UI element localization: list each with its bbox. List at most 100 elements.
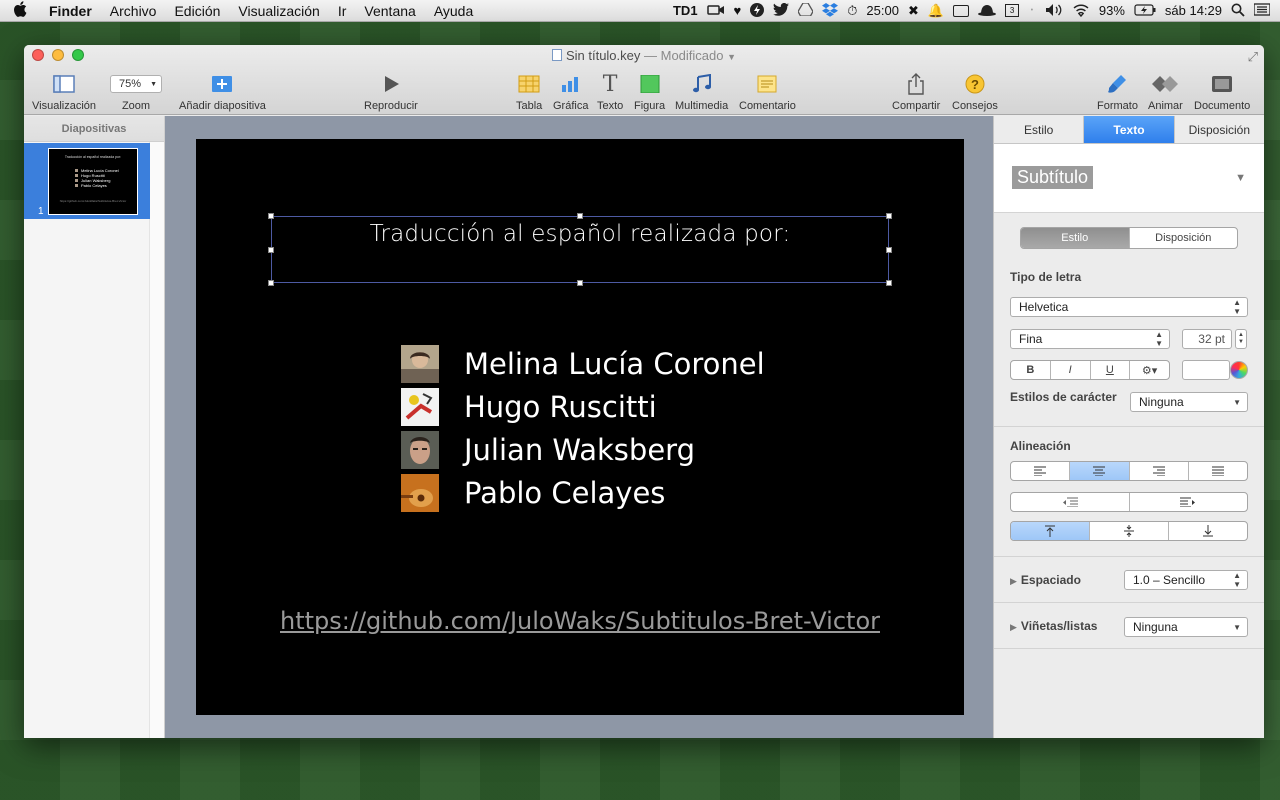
add-slide-button[interactable]: Añadir diapositiva bbox=[179, 71, 266, 112]
battery-percentage[interactable]: 93% bbox=[1099, 3, 1125, 18]
slide-title[interactable]: Traducción al español realizada por: bbox=[271, 221, 889, 247]
resize-handle[interactable] bbox=[577, 213, 583, 219]
resize-handle[interactable] bbox=[886, 247, 892, 253]
spacing-select[interactable]: 1.0 – Sencillo ▲ ▼ bbox=[1124, 570, 1248, 590]
fork-icon[interactable]: ✖ bbox=[908, 4, 919, 17]
video-camera-icon[interactable] bbox=[706, 4, 725, 18]
italic-button[interactable]: I bbox=[1051, 361, 1091, 379]
document-button[interactable]: Documento bbox=[1194, 71, 1250, 112]
dropbox-icon[interactable] bbox=[822, 2, 839, 19]
font-size-stepper[interactable]: ▲ ▼ bbox=[1235, 329, 1247, 349]
align-center-icon[interactable] bbox=[1070, 462, 1130, 480]
align-left-icon[interactable] bbox=[1011, 462, 1071, 480]
slide-url-link[interactable]: https://github.com/JuloWaks/Subtitulos-B… bbox=[196, 607, 964, 635]
menu-finder[interactable]: Finder bbox=[40, 3, 101, 19]
resize-handle[interactable] bbox=[268, 280, 274, 286]
bluetooth-icon[interactable]: ᛫ bbox=[1028, 4, 1036, 17]
zoom-select[interactable]: 75% ▼ bbox=[110, 75, 162, 93]
wifi-icon[interactable] bbox=[1072, 3, 1090, 19]
menu-ir[interactable]: Ir bbox=[329, 3, 356, 19]
menu-ayuda[interactable]: Ayuda bbox=[425, 3, 482, 19]
play-button[interactable]: Reproducir bbox=[364, 71, 418, 112]
media-button[interactable]: Multimedia bbox=[675, 71, 728, 112]
window-title[interactable]: Sin título.key — Modificado ▼ bbox=[24, 48, 1264, 63]
menu-visualizacion[interactable]: Visualización bbox=[229, 3, 328, 19]
timer-icon[interactable]: ⏱ bbox=[847, 4, 857, 17]
slide[interactable]: Traducción al español realizada por: Mel… bbox=[196, 139, 964, 715]
subtab-estilo[interactable]: Estilo bbox=[1021, 228, 1130, 248]
heart-icon[interactable]: ♥ bbox=[734, 4, 742, 17]
font-family-select[interactable]: Helvetica ▲ ▼ bbox=[1010, 297, 1248, 317]
menu-archivo[interactable]: Archivo bbox=[101, 3, 166, 19]
twitter-icon[interactable] bbox=[773, 2, 790, 18]
notification-center-icon[interactable] bbox=[1253, 3, 1271, 18]
menu-edicion[interactable]: Edición bbox=[165, 3, 229, 19]
slide-thumbnail-selected[interactable]: 1 Traducción al español realizada por: M… bbox=[24, 143, 150, 219]
apple-menu-icon[interactable] bbox=[0, 0, 40, 21]
shape-button[interactable]: Figura bbox=[634, 71, 665, 112]
resize-handle[interactable] bbox=[886, 280, 892, 286]
decrease-indent-icon[interactable] bbox=[1011, 493, 1130, 511]
align-justify-icon[interactable] bbox=[1189, 462, 1247, 480]
bullets-select[interactable]: Ninguna ▼ bbox=[1124, 617, 1248, 637]
table-button[interactable]: Tabla bbox=[516, 71, 542, 112]
spotlight-search-icon[interactable] bbox=[1231, 3, 1245, 19]
window-icon[interactable] bbox=[953, 4, 970, 17]
bowler-hat-icon[interactable] bbox=[978, 4, 997, 18]
volume-icon[interactable] bbox=[1045, 3, 1063, 19]
alignment-label: Alineación bbox=[1010, 439, 1071, 453]
tab-disposicion[interactable]: Disposición bbox=[1174, 116, 1264, 143]
animate-button[interactable]: Animar bbox=[1148, 71, 1183, 112]
font-family-value: Helvetica bbox=[1019, 300, 1069, 314]
tips-button[interactable]: ? Consejos bbox=[952, 71, 998, 112]
bolt-icon[interactable] bbox=[750, 2, 765, 19]
tab-texto[interactable]: Texto bbox=[1084, 116, 1175, 143]
font-weight-select[interactable]: Fina ▲ ▼ bbox=[1010, 329, 1170, 349]
align-right-icon[interactable] bbox=[1130, 462, 1189, 480]
fullscreen-icon[interactable]: ⤢ bbox=[1248, 49, 1258, 65]
resize-handle[interactable] bbox=[886, 213, 892, 219]
battery-charging-icon[interactable] bbox=[1134, 3, 1156, 18]
char-styles-select[interactable]: Ninguna ▼ bbox=[1130, 392, 1248, 412]
notification-bell-icon[interactable]: 🔔 bbox=[928, 4, 944, 17]
spacing-row[interactable]: ▶ Espaciado bbox=[1010, 573, 1081, 587]
slide-canvas[interactable]: Traducción al español realizada por: Mel… bbox=[165, 116, 993, 738]
share-button[interactable]: Compartir bbox=[892, 71, 940, 112]
credit-row[interactable]: Melina Lucía Coronel bbox=[401, 345, 765, 383]
google-drive-icon[interactable] bbox=[797, 2, 815, 18]
increase-indent-icon[interactable] bbox=[1130, 493, 1248, 511]
color-picker-icon[interactable] bbox=[1230, 361, 1248, 379]
credit-row[interactable]: Pablo Celayes bbox=[401, 474, 665, 512]
align-top-icon[interactable] bbox=[1011, 522, 1090, 540]
text-options-gear-icon[interactable]: ⚙▾ bbox=[1130, 361, 1169, 379]
td-status-item[interactable]: TD1 bbox=[673, 3, 698, 18]
timer-text[interactable]: 25:00 bbox=[866, 3, 899, 18]
view-button[interactable]: Visualización bbox=[32, 71, 96, 112]
tab-estilo[interactable]: Estilo bbox=[994, 116, 1085, 143]
align-bottom-icon[interactable] bbox=[1169, 522, 1247, 540]
credit-row[interactable]: Hugo Ruscitti bbox=[401, 388, 657, 426]
slide-thumbnail[interactable]: Traducción al español realizada por: Mel… bbox=[48, 148, 138, 215]
bold-button[interactable]: B bbox=[1011, 361, 1051, 379]
navigator-scrollbar[interactable] bbox=[149, 142, 164, 738]
subtab-disposicion[interactable]: Disposición bbox=[1130, 228, 1238, 248]
resize-handle[interactable] bbox=[268, 247, 274, 253]
format-button[interactable]: Formato bbox=[1097, 71, 1138, 112]
bullets-row[interactable]: ▶ Viñetas/listas bbox=[1010, 619, 1097, 633]
text-color-well[interactable] bbox=[1182, 360, 1230, 380]
font-size-field[interactable]: 32 pt bbox=[1182, 329, 1232, 349]
menu-ventana[interactable]: Ventana bbox=[355, 3, 424, 19]
calendar-icon[interactable]: 3 bbox=[1005, 4, 1020, 17]
chevron-down-icon: ▼ bbox=[1233, 397, 1241, 407]
underline-button[interactable]: U bbox=[1091, 361, 1131, 379]
align-middle-icon[interactable] bbox=[1090, 522, 1169, 540]
credit-row[interactable]: Julian Waksberg bbox=[401, 431, 695, 469]
resize-handle[interactable] bbox=[577, 280, 583, 286]
zoom-control[interactable]: 75% ▼ Zoom bbox=[110, 71, 162, 112]
resize-handle[interactable] bbox=[268, 213, 274, 219]
text-button[interactable]: T Texto bbox=[597, 71, 623, 113]
paragraph-style-picker[interactable]: Subtítulo ▼ bbox=[994, 144, 1264, 213]
comment-button[interactable]: Comentario bbox=[739, 71, 796, 112]
chart-button[interactable]: Gráfica bbox=[553, 71, 588, 112]
clock[interactable]: sáb 14:29 bbox=[1165, 3, 1222, 18]
